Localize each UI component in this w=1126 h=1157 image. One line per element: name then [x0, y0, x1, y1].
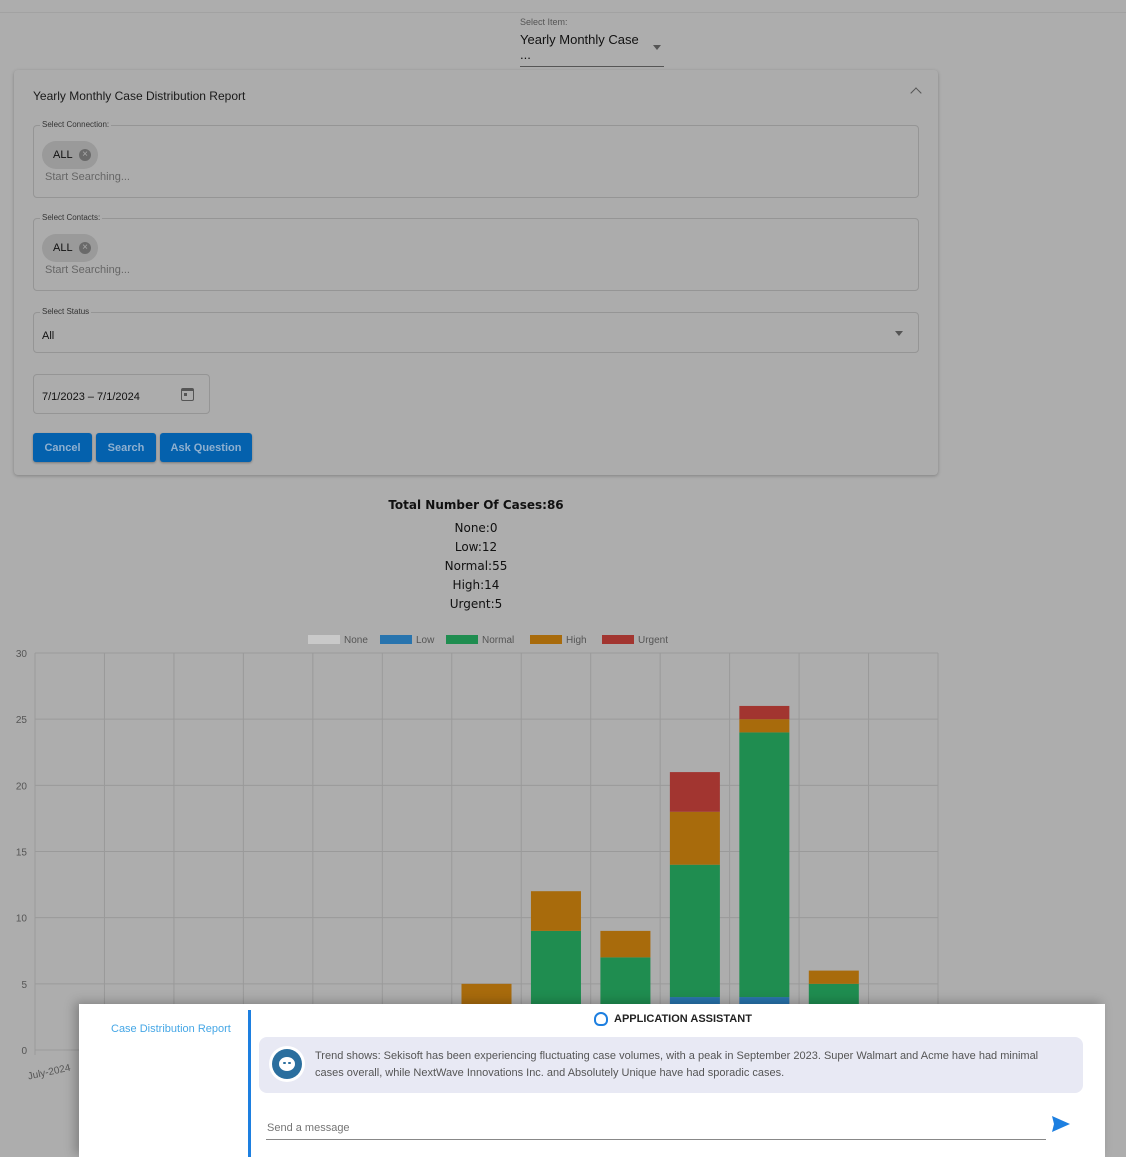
y-tick-label: 25 [16, 715, 28, 726]
y-tick-label: 10 [16, 914, 28, 925]
summary-normal: Normal:55 [444, 559, 508, 573]
status-select[interactable]: Select Status All [33, 307, 919, 353]
connection-label: Select Connection: [40, 120, 112, 129]
legend-swatch [308, 635, 340, 644]
connection-chip-label: ALL [53, 149, 73, 161]
contacts-chip-label: ALL [53, 242, 73, 254]
robot-icon [272, 1049, 302, 1079]
select-item-value: Yearly Monthly Case ... [520, 32, 639, 62]
assistant-divider [248, 1010, 251, 1157]
y-tick-label: 30 [16, 649, 28, 660]
search-button[interactable]: Search [96, 433, 156, 462]
date-range-field[interactable]: 7/1/2023 – 7/1/2024 [33, 374, 210, 414]
bar-segment-high [530, 891, 581, 931]
message-input[interactable] [266, 1116, 1046, 1140]
x-tick-label: July-2024 [27, 1063, 72, 1083]
select-item-label: Select Item: [520, 17, 568, 27]
summary-urgent: Urgent:5 [449, 597, 503, 611]
bar-segment-high [739, 719, 790, 733]
legend-swatch [602, 635, 634, 644]
bar-segment-normal [669, 864, 720, 998]
date-range-value: 7/1/2023 – 7/1/2024 [42, 391, 140, 403]
y-tick-label: 0 [21, 1046, 27, 1057]
send-icon[interactable] [1052, 1116, 1070, 1132]
headset-icon [594, 1012, 608, 1026]
cancel-button[interactable]: Cancel [33, 433, 92, 462]
calendar-icon[interactable] [181, 388, 194, 401]
bar-segment-high [669, 811, 720, 865]
contacts-chip[interactable]: ALL × [42, 234, 98, 262]
assistant-sidebar-link[interactable]: Case Distribution Report [111, 1023, 231, 1035]
contacts-search-input[interactable]: Start Searching... [45, 264, 130, 276]
top-divider [0, 12, 1126, 13]
bot-avatar [269, 1046, 305, 1082]
caret-down-icon [895, 331, 903, 336]
ask-question-button[interactable]: Ask Question [160, 433, 252, 462]
report-title: Yearly Monthly Case Distribution Report [33, 89, 246, 103]
bar-segment-high [600, 930, 651, 958]
y-tick-label: 15 [16, 848, 28, 859]
select-item-dropdown[interactable]: Select Item: Yearly Monthly Case ... [520, 17, 664, 67]
status-label: Select Status [40, 307, 92, 316]
assistant-header: APPLICATION ASSISTANT [594, 1012, 752, 1026]
legend-label: Urgent [638, 635, 668, 646]
assistant-panel: Case Distribution Report APPLICATION ASS… [79, 1004, 1105, 1157]
status-value: All [42, 330, 55, 342]
select-item-value-box[interactable]: Yearly Monthly Case ... [520, 32, 664, 67]
report-card: Yearly Monthly Case Distribution Report … [14, 70, 938, 475]
total-cases: Total Number Of Cases:86 [388, 498, 564, 512]
bar-segment-urgent [739, 705, 790, 720]
caret-down-icon [653, 44, 661, 50]
y-tick-label: 5 [21, 980, 27, 991]
assistant-message: Trend shows: Sekisoft has been experienc… [259, 1037, 1083, 1093]
contacts-field[interactable]: Select Contacts: ALL × Start Searching..… [33, 213, 919, 291]
bar-segment-high [808, 970, 859, 984]
summary-high: High:14 [452, 578, 500, 592]
y-tick-label: 20 [16, 781, 28, 792]
case-summary: Total Number Of Cases:86 None:0 Low:12 N… [276, 496, 676, 614]
connection-search-input[interactable]: Start Searching... [45, 171, 130, 183]
assistant-message-text: Trend shows: Sekisoft has been experienc… [315, 1050, 1039, 1079]
bar-segment-urgent [669, 772, 720, 812]
bar-segment-normal [739, 732, 790, 998]
assistant-title: APPLICATION ASSISTANT [614, 1013, 752, 1025]
legend-swatch [446, 635, 478, 644]
summary-low: Low:12 [454, 540, 498, 554]
legend-label: Low [416, 635, 435, 646]
contacts-label: Select Contacts: [40, 213, 103, 222]
connection-chip[interactable]: ALL × [42, 141, 98, 169]
summary-none: None:0 [454, 521, 498, 535]
chip-remove-icon[interactable]: × [79, 242, 91, 254]
legend-label: Normal [482, 635, 514, 646]
chevron-up-icon[interactable] [910, 87, 922, 99]
chip-remove-icon[interactable]: × [79, 149, 91, 161]
legend-swatch [530, 635, 562, 644]
connection-field[interactable]: Select Connection: ALL × Start Searching… [33, 120, 919, 198]
legend-label: None [344, 635, 368, 646]
legend-label: High [566, 635, 587, 646]
legend-swatch [380, 635, 412, 644]
